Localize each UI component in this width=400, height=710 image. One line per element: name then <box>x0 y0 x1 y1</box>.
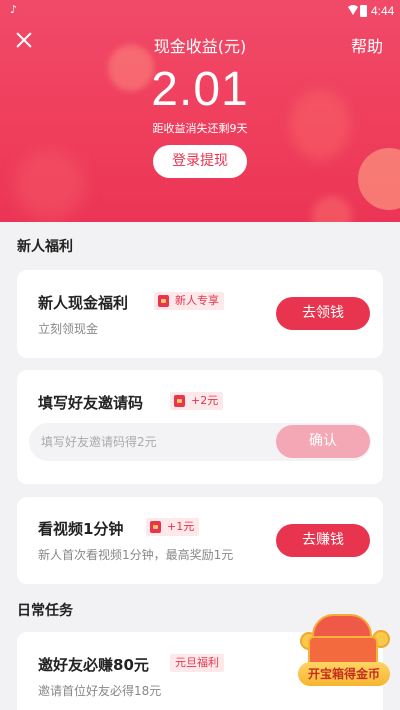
treasure-box-label: 开宝箱得金币 <box>298 662 390 686</box>
treasure-box-widget[interactable]: 开宝箱得金币 <box>298 612 393 692</box>
status-time: 4:44 <box>371 4 395 18</box>
reward-tag: +2元 <box>170 392 224 410</box>
expiry-note: 距收益消失还剩9天 <box>152 122 248 135</box>
card-desc: 新人首次看视频1分钟，最高奖励1元 <box>38 548 234 562</box>
battery-icon <box>360 5 367 17</box>
decor-blob <box>15 150 85 220</box>
red-envelope-icon <box>150 521 161 533</box>
login-withdraw-button[interactable]: 登录提现 <box>153 145 247 178</box>
cash-amount: 2.01 <box>151 63 249 116</box>
card-desc: 邀请首位好友必得18元 <box>38 684 162 698</box>
section-title-daily: 日常任务 <box>17 603 73 619</box>
card-title: 新人现金福利 <box>38 294 129 312</box>
red-envelope-icon <box>158 295 169 307</box>
claim-cash-button[interactable]: 去领钱 <box>276 297 370 330</box>
decor-blob <box>312 196 352 222</box>
card-title: 看视频1分钟 <box>38 520 124 538</box>
decor-coin <box>358 148 400 210</box>
card-title: 邀好友必赚80元 <box>38 656 149 674</box>
reward-tag: +1元 <box>146 518 200 536</box>
status-bar: ♪ 4:44 <box>0 0 400 24</box>
confirm-button[interactable]: 确认 <box>276 425 370 458</box>
wifi-icon <box>348 5 358 15</box>
new-user-cash-card: 新人现金福利 新人专享 立刻领现金 去领钱 <box>17 270 383 358</box>
card-desc: 立刻领现金 <box>38 322 99 336</box>
page-title: 现金收益(元) <box>153 37 247 56</box>
earnings-header: ♪ 4:44 现金收益(元) 帮助 2.01 距收益消失还剩9天 登录提现 <box>0 0 400 222</box>
promo-tag: 元旦福利 <box>170 654 224 672</box>
tiktok-icon: ♪ <box>10 3 18 16</box>
red-envelope-icon <box>174 395 185 407</box>
earn-money-button[interactable]: 去赚钱 <box>276 524 370 557</box>
invite-code-card: 填写好友邀请码 +2元 确认 <box>17 370 383 484</box>
new-user-tag: 新人专享 <box>154 292 224 310</box>
help-link[interactable]: 帮助 <box>351 33 383 57</box>
watch-video-card: 看视频1分钟 +1元 新人首次看视频1分钟，最高奖励1元 去赚钱 <box>17 497 383 584</box>
section-title-new-user: 新人福利 <box>17 239 73 255</box>
card-title: 填写好友邀请码 <box>38 394 144 412</box>
